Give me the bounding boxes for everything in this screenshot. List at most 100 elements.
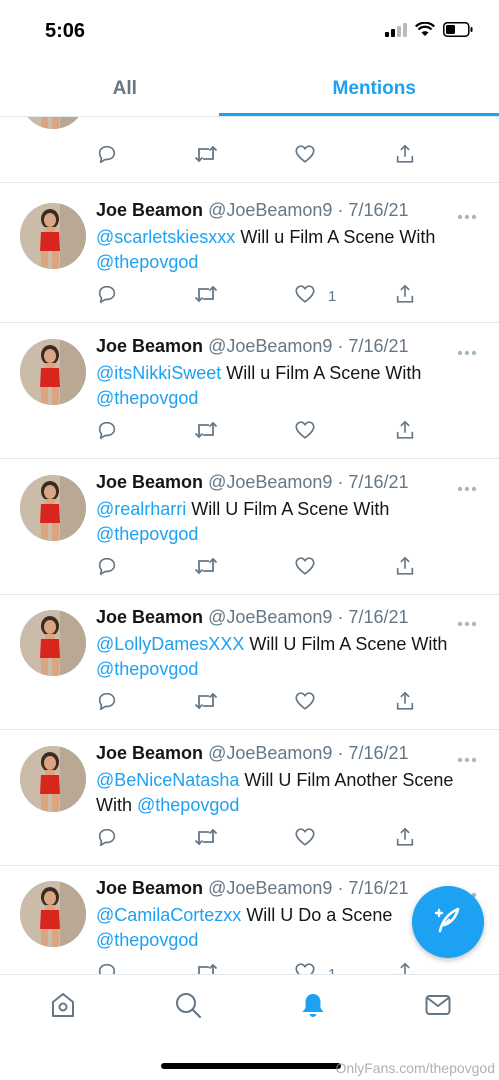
handle[interactable]: @JoeBeamon9: [208, 472, 332, 492]
tweet-actions: [96, 144, 426, 168]
share-button[interactable]: [394, 691, 416, 715]
mention-link[interactable]: @thepovgod: [137, 795, 239, 815]
reply-button[interactable]: [96, 691, 118, 715]
like-button[interactable]: [294, 556, 328, 580]
tweet-actions: 1: [96, 284, 426, 308]
handle[interactable]: @JoeBeamon9: [208, 336, 332, 356]
tweet[interactable]: Joe Beamon @JoeBeamon9 · 7/16/21 @itsNik…: [0, 323, 499, 459]
compose-button[interactable]: [412, 886, 484, 958]
share-icon: [394, 555, 416, 582]
mention-link[interactable]: @realrharri: [96, 499, 186, 519]
display-name[interactable]: Joe Beamon: [96, 200, 203, 220]
mention-link[interactable]: @thepovgod: [96, 524, 198, 544]
nav-messages[interactable]: [423, 992, 453, 1022]
display-name[interactable]: Joe Beamon: [96, 743, 203, 763]
nav-home[interactable]: [48, 992, 78, 1022]
handle[interactable]: @JoeBeamon9: [208, 200, 332, 220]
like-icon: [294, 961, 316, 974]
tweet-text: @LollyDamesXXX Will U Film A Scene With …: [96, 632, 488, 682]
more-icon[interactable]: [457, 750, 477, 768]
share-icon: [394, 961, 416, 974]
avatar[interactable]: [20, 746, 86, 812]
retweet-button[interactable]: [194, 144, 218, 168]
display-name[interactable]: Joe Beamon: [96, 336, 203, 356]
avatar[interactable]: [20, 881, 86, 947]
display-name[interactable]: Joe Beamon: [96, 607, 203, 627]
reply-icon: [96, 826, 118, 853]
like-button[interactable]: 1: [294, 284, 336, 308]
share-button[interactable]: [394, 144, 416, 168]
mention-link[interactable]: @CamilaCortezxx: [96, 905, 241, 925]
retweet-icon: [194, 283, 218, 310]
reply-button[interactable]: [96, 420, 118, 444]
reply-button[interactable]: [96, 144, 118, 168]
handle[interactable]: @JoeBeamon9: [208, 607, 332, 627]
nav-search[interactable]: [173, 992, 203, 1022]
retweet-button[interactable]: [194, 962, 218, 974]
tab-all[interactable]: All: [0, 62, 250, 116]
retweet-button[interactable]: [194, 284, 218, 308]
tweet[interactable]: Joe Beamon @JoeBeamon9 · 7/16/21 @BeNice…: [0, 730, 499, 866]
mention-link[interactable]: @thepovgod: [96, 252, 198, 272]
more-icon[interactable]: [457, 479, 477, 497]
avatar[interactable]: [20, 339, 86, 405]
like-button[interactable]: 1: [294, 962, 336, 974]
share-icon: [394, 283, 416, 310]
reply-icon: [96, 690, 118, 717]
like-icon: [294, 143, 316, 170]
mention-link[interactable]: @LollyDamesXXX: [96, 634, 244, 654]
share-button[interactable]: [394, 827, 416, 851]
like-button[interactable]: [294, 827, 328, 851]
mention-link[interactable]: @scarletskiesxxx: [96, 227, 235, 247]
tweet[interactable]: @thepovgod: [0, 117, 499, 183]
mentions-feed[interactable]: @thepovgod: [0, 117, 499, 974]
retweet-icon: [194, 690, 218, 717]
tweet-date: · 7/16/21: [337, 878, 409, 898]
avatar[interactable]: [20, 610, 86, 676]
like-button[interactable]: [294, 144, 328, 168]
reply-button[interactable]: [96, 556, 118, 580]
retweet-button[interactable]: [194, 827, 218, 851]
retweet-button[interactable]: [194, 420, 218, 444]
retweet-button[interactable]: [194, 556, 218, 580]
more-icon[interactable]: [457, 614, 477, 632]
share-button[interactable]: [394, 420, 416, 444]
reply-button[interactable]: [96, 284, 118, 308]
share-button[interactable]: [394, 556, 416, 580]
like-icon: [294, 283, 316, 310]
mention-link[interactable]: @thepovgod: [96, 659, 198, 679]
tweet-header: Joe Beamon @JoeBeamon9 · 7/16/21: [96, 607, 409, 628]
reply-button[interactable]: [96, 827, 118, 851]
tweet-date: · 7/16/21: [337, 472, 409, 492]
tweet-actions: [96, 691, 426, 715]
tweet[interactable]: Joe Beamon @JoeBeamon9 · 7/16/21 @scarle…: [0, 187, 499, 323]
avatar[interactable]: [20, 117, 86, 129]
tweet-actions: 1: [96, 962, 426, 974]
handle[interactable]: @JoeBeamon9: [208, 743, 332, 763]
reply-button[interactable]: [96, 962, 118, 974]
more-icon[interactable]: [457, 343, 477, 361]
avatar[interactable]: [20, 203, 86, 269]
share-button[interactable]: [394, 962, 416, 974]
more-icon[interactable]: [457, 207, 477, 225]
like-button[interactable]: [294, 691, 328, 715]
tweet-header: Joe Beamon @JoeBeamon9 · 7/16/21: [96, 743, 409, 764]
mention-link[interactable]: @BeNiceNatasha: [96, 770, 239, 790]
nav-notifications[interactable]: [298, 992, 328, 1022]
mention-link[interactable]: @itsNikkiSweet: [96, 363, 221, 383]
like-button[interactable]: [294, 420, 328, 444]
tweet-text: @scarletskiesxxx Will u Film A Scene Wit…: [96, 225, 488, 275]
tweet[interactable]: Joe Beamon @JoeBeamon9 · 7/16/21 @realrh…: [0, 459, 499, 595]
mention-link[interactable]: @thepovgod: [96, 388, 198, 408]
tweet-date: · 7/16/21: [337, 743, 409, 763]
tweet-header: Joe Beamon @JoeBeamon9 · 7/16/21: [96, 472, 409, 493]
avatar[interactable]: [20, 475, 86, 541]
mention-link[interactable]: @thepovgod: [96, 930, 198, 950]
display-name[interactable]: Joe Beamon: [96, 878, 203, 898]
retweet-button[interactable]: [194, 691, 218, 715]
tab-mentions[interactable]: Mentions: [250, 62, 499, 116]
tweet[interactable]: Joe Beamon @JoeBeamon9 · 7/16/21 @LollyD…: [0, 594, 499, 730]
display-name[interactable]: Joe Beamon: [96, 472, 203, 492]
share-button[interactable]: [394, 284, 416, 308]
handle[interactable]: @JoeBeamon9: [208, 878, 332, 898]
